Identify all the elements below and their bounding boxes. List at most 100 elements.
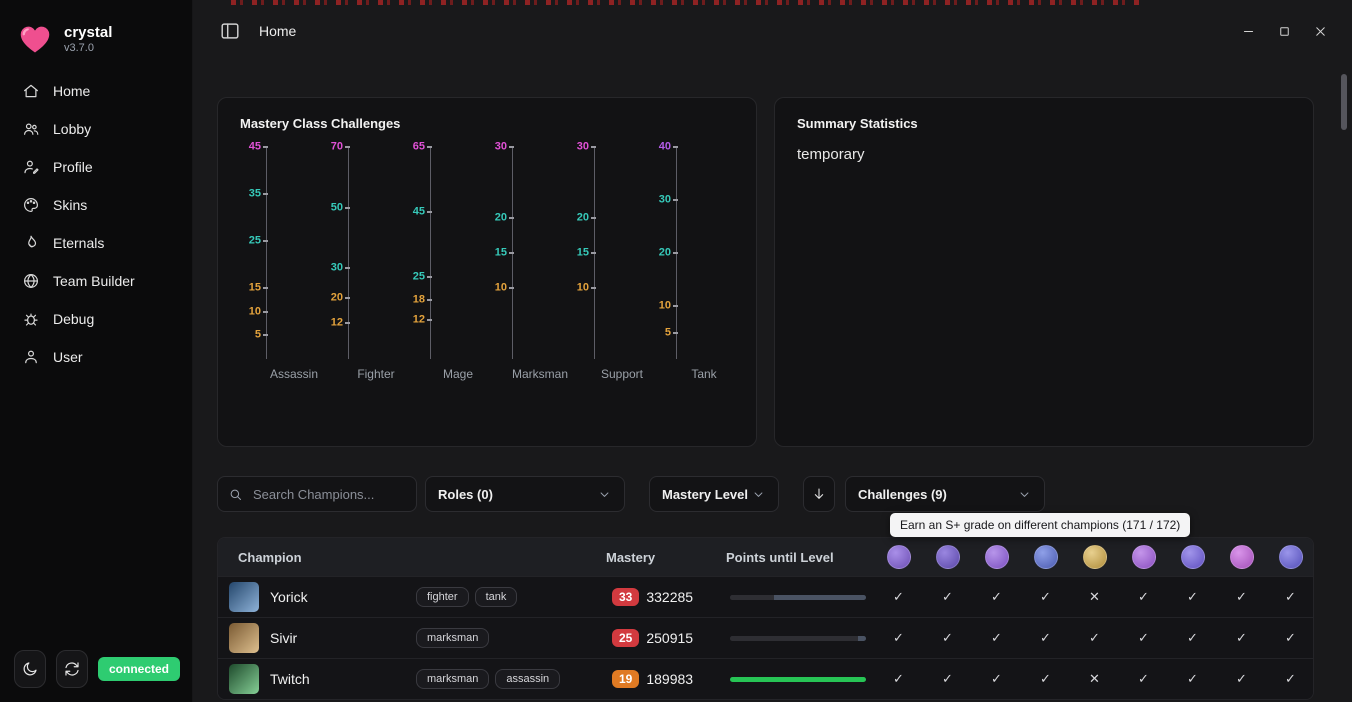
- mastery-points-value: 250915: [646, 630, 693, 646]
- mastery-level-badge: 19: [612, 670, 639, 688]
- check-icon: ✓: [1089, 630, 1100, 646]
- sidebar-item-lobby[interactable]: Lobby: [12, 112, 180, 146]
- sidebar-toggle-icon[interactable]: [219, 20, 241, 42]
- check-icon: ✓: [1236, 671, 1247, 687]
- challenge-icon[interactable]: [936, 545, 960, 569]
- debug-icon: [22, 310, 40, 328]
- refresh-button[interactable]: [56, 650, 88, 688]
- champion-portrait: [229, 664, 259, 694]
- sidebar-item-label: Home: [53, 83, 90, 99]
- app-title: crystal: [64, 24, 112, 41]
- role-tags: marksmanassassin: [416, 669, 560, 689]
- chart-category-label: Fighter: [322, 367, 404, 381]
- axis-tick-label: 10: [568, 283, 589, 294]
- axis-tick-mark: [591, 287, 596, 289]
- champions-table-header: Champion Mastery Points until Level: [218, 538, 1313, 576]
- chart-category-label: Assassin: [240, 367, 322, 381]
- sidebar-item-home[interactable]: Home: [12, 74, 180, 108]
- sidebar-item-label: Skins: [53, 197, 87, 213]
- sidebar-item-profile[interactable]: Profile: [12, 150, 180, 184]
- sidebar-item-eternals[interactable]: Eternals: [12, 226, 180, 260]
- chart-group-support: 30201510Support: [568, 147, 650, 381]
- check-icon: ✓: [1040, 671, 1051, 687]
- challenge-icon[interactable]: [887, 545, 911, 569]
- sidebar: crystal v3.7.0 HomeLobbyProfileSkinsEter…: [0, 0, 193, 702]
- challenge-icon[interactable]: [1181, 545, 1205, 569]
- titlebar: Home: [193, 0, 1352, 62]
- sidebar-item-team-builder[interactable]: Team Builder: [12, 264, 180, 298]
- sidebar-item-skins[interactable]: Skins: [12, 188, 180, 222]
- table-row-twitch[interactable]: Twitchmarksmanassassin19189983✓✓✓✓✕✓✓✓✓: [218, 658, 1313, 699]
- maximize-button[interactable]: [1266, 15, 1302, 47]
- maximize-icon: [1277, 24, 1292, 39]
- moon-icon: [21, 660, 39, 678]
- table-row-yorick[interactable]: Yorickfightertank33332285✓✓✓✓✕✓✓✓✓: [218, 576, 1313, 617]
- window-controls: [1230, 15, 1338, 47]
- chart-group-fighter: 7050302012Fighter: [322, 147, 404, 381]
- minimize-icon: [1241, 24, 1256, 39]
- header-mastery: Mastery: [606, 550, 726, 565]
- challenges-dropdown[interactable]: Challenges (9): [845, 476, 1045, 512]
- summary-statistics-card: Summary Statistics temporary: [774, 97, 1314, 447]
- mastery-chart: 45352515105Assassin7050302012Fighter6545…: [240, 147, 734, 381]
- axis-tick-mark: [509, 252, 514, 254]
- minimize-button[interactable]: [1230, 15, 1266, 47]
- sidebar-item-user[interactable]: User: [12, 340, 180, 374]
- challenge-icon[interactable]: [1083, 545, 1107, 569]
- role-tags: fighter tank: [416, 587, 517, 607]
- axis-tick-mark: [509, 217, 514, 219]
- axis-tick-label: 5: [240, 330, 261, 341]
- main-area: Home Mastery Class Challenges 4535251510…: [193, 0, 1352, 702]
- connection-status-badge: connected: [98, 657, 180, 681]
- stats-card-body: temporary: [797, 146, 1291, 163]
- challenge-tooltip: Earn an S+ grade on different champions …: [890, 513, 1190, 537]
- role-tag: tank: [475, 587, 518, 607]
- champions-table: Champion Mastery Points until Level Yori…: [217, 537, 1314, 700]
- skins-icon: [22, 196, 40, 214]
- role-tag: fighter: [416, 587, 469, 607]
- axis-tick-mark: [509, 146, 514, 148]
- check-icon: ✓: [942, 630, 953, 646]
- sidebar-item-label: Debug: [53, 311, 94, 327]
- challenge-icon[interactable]: [1230, 545, 1254, 569]
- mastery-level-dropdown[interactable]: Mastery Level: [649, 476, 779, 512]
- check-icon: ✓: [893, 630, 904, 646]
- home-icon: [22, 82, 40, 100]
- sidebar-item-debug[interactable]: Debug: [12, 302, 180, 336]
- sidebar-item-label: Lobby: [53, 121, 91, 137]
- axis-tick-mark: [427, 319, 432, 321]
- axis-tick-label: 20: [486, 212, 507, 223]
- challenge-icon[interactable]: [1132, 545, 1156, 569]
- table-row-sivir[interactable]: Sivirmarksman25250915✓✓✓✓✓✓✓✓✓: [218, 617, 1313, 658]
- close-button[interactable]: [1302, 15, 1338, 47]
- axis-tick-mark: [673, 146, 678, 148]
- page-title: Home: [259, 23, 296, 39]
- champion-portrait: [229, 582, 259, 612]
- axis-tick-label: 25: [240, 236, 261, 247]
- team-builder-icon: [22, 272, 40, 290]
- roles-dropdown[interactable]: Roles (0): [425, 476, 625, 512]
- check-icon: ✓: [1138, 671, 1149, 687]
- axis-tick-label: 45: [240, 142, 261, 153]
- axis-tick-mark: [427, 146, 432, 148]
- sidebar-nav: Home Lobby Profile Skins Eternals Team Builde…: [0, 74, 192, 374]
- axis-tick-mark: [673, 305, 678, 307]
- challenge-icon[interactable]: [1279, 545, 1303, 569]
- points-progress-bar: [730, 595, 866, 600]
- search-champions-input[interactable]: [251, 486, 406, 503]
- axis-tick-mark: [345, 146, 350, 148]
- challenge-icon[interactable]: [1034, 545, 1058, 569]
- axis-tick-mark: [591, 217, 596, 219]
- axis-tick-mark: [263, 287, 268, 289]
- roles-dropdown-label: Roles (0): [438, 487, 493, 502]
- sort-direction-button[interactable]: [803, 476, 835, 512]
- mastery-points-value: 189983: [646, 671, 693, 687]
- challenge-icon[interactable]: [985, 545, 1009, 569]
- check-icon: ✓: [893, 589, 904, 605]
- theme-toggle-button[interactable]: [14, 650, 46, 688]
- chart-card-title: Mastery Class Challenges: [240, 116, 734, 131]
- axis-tick-label: 5: [650, 327, 671, 338]
- scrollbar-thumb[interactable]: [1341, 74, 1347, 130]
- chart-group-marksman: 30201510Marksman: [486, 147, 568, 381]
- cross-icon: ✕: [1089, 589, 1100, 605]
